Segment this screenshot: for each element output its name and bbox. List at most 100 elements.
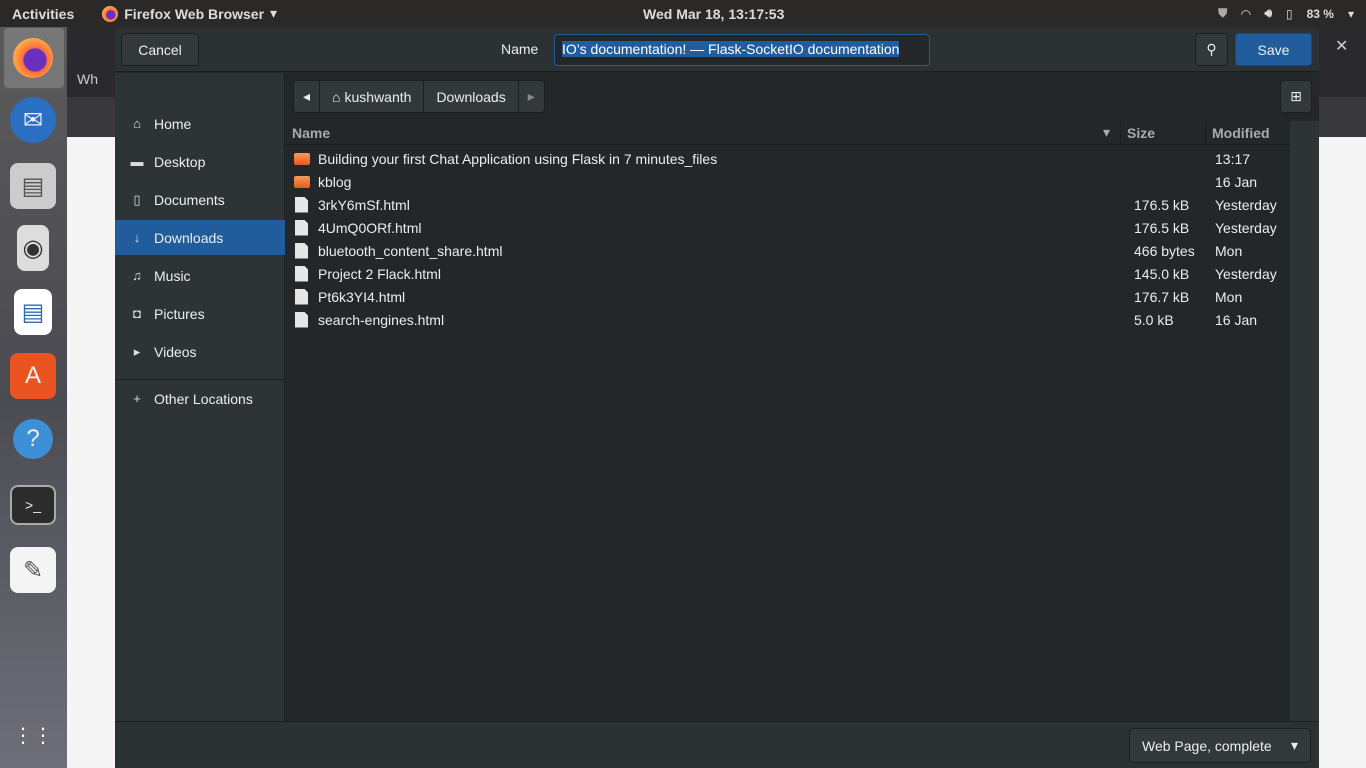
sidebar-item-pictures[interactable]: ◘ Pictures: [115, 296, 285, 331]
speaker-icon: ◉: [22, 234, 44, 262]
file-type-select[interactable]: Web Page, complete ▾: [1129, 728, 1311, 763]
file-size: 466 bytes: [1134, 242, 1195, 259]
column-label: Size: [1127, 124, 1156, 141]
firefox-icon: [102, 5, 119, 22]
file-row[interactable]: search-engines.html 5.0 kB 16 Jan: [286, 308, 1290, 331]
app-menu[interactable]: Firefox Web Browser ▾: [102, 5, 277, 22]
chevron-left-icon: ◂: [303, 88, 311, 104]
places-sidebar: ⌂ Home ▬ Desktop ▯ Documents ↓ Downloads ♫ Mu…: [115, 73, 285, 721]
file-name: 4UmQ0ORf.html: [318, 219, 422, 236]
document-icon: ▤: [21, 298, 45, 326]
file-icon: [295, 265, 308, 282]
tab-title[interactable]: Wh: [77, 71, 98, 87]
rhythmbox-launcher[interactable]: ◉: [17, 225, 49, 271]
file-name: Pt6k3YI4.html: [318, 288, 406, 305]
file-row[interactable]: Pt6k3YI4.html 176.7 kB Mon: [286, 285, 1290, 308]
file-row[interactable]: 4UmQ0ORf.html 176.5 kB Yesterday: [286, 216, 1290, 239]
file-name-cell: 4UmQ0ORf.html: [286, 219, 1121, 236]
download-icon: ↓: [133, 230, 141, 245]
software-launcher[interactable]: A: [10, 353, 56, 399]
sidebar-divider: [115, 379, 285, 380]
column-modified[interactable]: Modified: [1206, 121, 1290, 144]
file-name-cell: Pt6k3YI4.html: [286, 288, 1121, 305]
column-label: Name: [292, 124, 331, 141]
file-icon: [295, 242, 308, 259]
dialog-header: Cancel Name IO’s documentation! — Flask-…: [115, 28, 1319, 72]
file-name: 3rkY6mSf.html: [318, 196, 410, 213]
sidebar-item-videos[interactable]: ▸ Videos: [115, 334, 285, 369]
file-row[interactable]: kblog 16 Jan: [286, 170, 1290, 193]
activities-button[interactable]: Activities: [12, 6, 74, 22]
battery-percent: 83 %: [1306, 6, 1334, 21]
clock[interactable]: Wed Mar 18, 13:17:53: [643, 6, 784, 22]
file-row[interactable]: bluetooth_content_share.html 466 bytes Mon: [286, 239, 1290, 262]
text-editor-launcher[interactable]: ✎: [10, 547, 56, 593]
file-size: 176.5 kB: [1134, 196, 1190, 213]
sidebar-label: Pictures: [154, 305, 205, 322]
path-downloads-button[interactable]: Downloads: [424, 81, 519, 112]
sidebar-item-desktop[interactable]: ▬ Desktop: [115, 144, 285, 179]
plus-icon: +: [133, 391, 141, 406]
save-button[interactable]: Save: [1235, 33, 1312, 66]
store-icon: A: [24, 362, 41, 389]
folder-icon: [294, 152, 310, 165]
sidebar-item-home[interactable]: ⌂ Home: [115, 106, 285, 141]
home-icon: ⌂: [332, 88, 341, 105]
sidebar-item-downloads[interactable]: ↓ Downloads: [115, 220, 285, 255]
app-name: Firefox Web Browser: [124, 5, 265, 22]
file-name-cell: search-engines.html: [286, 311, 1121, 328]
help-icon: ?: [26, 425, 40, 452]
system-tray[interactable]: ⛊ ◠ 🔊︎ ▯ 83 % ▾: [1218, 6, 1354, 21]
file-modified: Mon: [1215, 242, 1243, 259]
sidebar-item-other-locations[interactable]: + Other Locations: [115, 381, 285, 416]
grid-icon: ⋮⋮: [13, 724, 53, 747]
file-modified: Mon: [1215, 288, 1243, 305]
chevron-right-icon: ▸: [527, 88, 535, 104]
volume-icon: 🔊︎: [1264, 6, 1272, 20]
new-folder-button[interactable]: ⊞: [1280, 80, 1312, 113]
path-home-button[interactable]: ⌂ kushwanth: [320, 81, 425, 112]
folder-icon: [294, 175, 310, 188]
sidebar-label: Videos: [154, 343, 197, 360]
music-icon: ♫: [132, 268, 142, 283]
path-back-button[interactable]: ◂: [294, 81, 321, 112]
file-row[interactable]: Building your first Chat Application usi…: [286, 147, 1290, 170]
camera-icon: ◘: [133, 306, 141, 321]
column-label: Modified: [1212, 124, 1270, 141]
sort-down-icon: ▾: [1102, 124, 1110, 140]
chevron-down-icon: ▾: [270, 5, 278, 21]
battery-icon: ▯: [1286, 6, 1293, 21]
sidebar-label: Home: [154, 115, 192, 132]
file-name: Building your first Chat Application usi…: [318, 150, 718, 167]
sidebar-item-music[interactable]: ♫ Music: [115, 258, 285, 293]
column-name[interactable]: Name ▾: [286, 121, 1121, 144]
file-row[interactable]: Project 2 Flack.html 145.0 kB Yesterday: [286, 262, 1290, 285]
sidebar-label: Music: [154, 267, 191, 284]
help-launcher[interactable]: ?: [13, 419, 53, 459]
notepad-icon: ✎: [22, 556, 44, 584]
file-size: 5.0 kB: [1134, 311, 1174, 328]
file-icon: [295, 196, 308, 213]
files-launcher[interactable]: ▤: [10, 163, 56, 209]
search-button[interactable]: ⚲: [1195, 33, 1228, 66]
file-row[interactable]: 3rkY6mSf.html 176.5 kB Yesterday: [286, 193, 1290, 216]
filename-input[interactable]: IO’s documentation! — Flask-SocketIO doc…: [554, 34, 930, 66]
file-modified: Yesterday: [1215, 265, 1277, 282]
path-label: Downloads: [436, 88, 506, 105]
sidebar-item-documents[interactable]: ▯ Documents: [115, 182, 285, 217]
file-name-cell: bluetooth_content_share.html: [286, 242, 1121, 259]
sidebar-label: Documents: [154, 191, 225, 208]
file-icon: [295, 311, 308, 328]
writer-launcher[interactable]: ▤: [14, 289, 52, 335]
thunderbird-launcher[interactable]: ✉: [10, 97, 56, 143]
column-size[interactable]: Size: [1121, 121, 1206, 144]
close-tab-icon[interactable]: ✕: [1335, 36, 1348, 56]
terminal-launcher[interactable]: >_: [10, 485, 56, 525]
show-apps-button[interactable]: ⋮⋮: [10, 712, 56, 758]
folder-icon: ▬: [130, 154, 144, 169]
save-file-dialog: Cancel Name IO’s documentation! — Flask-…: [115, 28, 1319, 768]
file-name-cell: 3rkY6mSf.html: [286, 196, 1121, 213]
path-forward-button[interactable]: ▸: [519, 81, 544, 112]
firefox-launcher[interactable]: [10, 35, 56, 81]
cancel-button[interactable]: Cancel: [121, 33, 199, 66]
